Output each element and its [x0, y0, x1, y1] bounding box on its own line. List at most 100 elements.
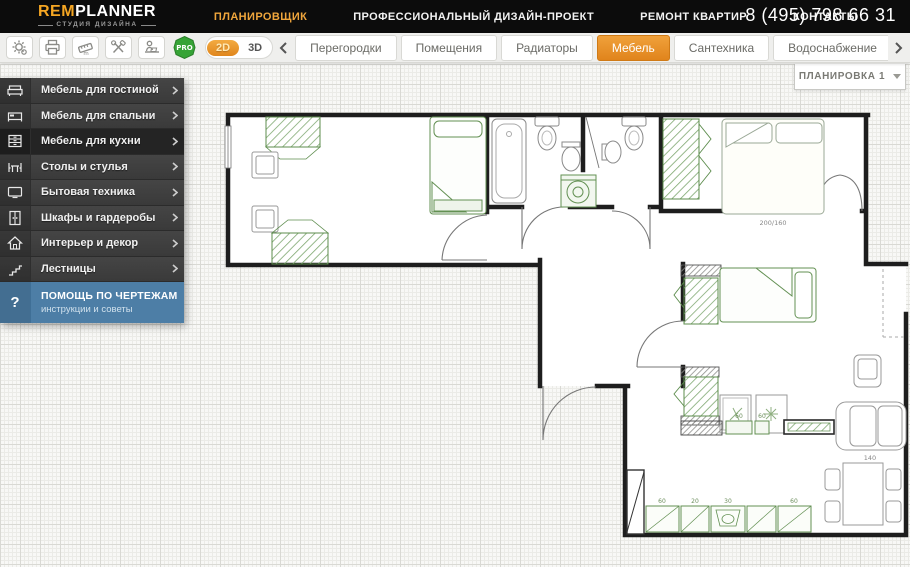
chevron-right-icon — [166, 104, 184, 129]
gear-icon — [11, 39, 28, 56]
sidebar-item-appliances[interactable]: Бытовая техника — [0, 180, 184, 206]
sidebar-item-label: Столы и стулья — [31, 155, 166, 180]
chevron-right-icon — [166, 180, 184, 205]
window[interactable] — [225, 126, 231, 168]
sofa-icon — [0, 78, 31, 103]
sidebar-item-label: Мебель для кухни — [31, 129, 166, 154]
single-bed[interactable] — [720, 268, 816, 322]
kitchen-counter[interactable] — [726, 421, 769, 434]
sink[interactable] — [562, 142, 580, 171]
sofa[interactable] — [836, 402, 906, 450]
layout-selector[interactable]: ПЛАНИРОВКА 1 — [794, 64, 906, 90]
counter-dimension-label: 60 — [790, 498, 798, 505]
pro-icon: PRO — [172, 35, 197, 60]
sink[interactable] — [602, 141, 621, 163]
help-title: ПОМОЩЬ ПО ЧЕРТЕЖАМ — [41, 290, 184, 302]
sidebar-item-wardrobes[interactable]: Шкафы и гардеробы — [0, 206, 184, 232]
tab-plumbing[interactable]: Сантехника — [674, 35, 769, 61]
chevron-right-icon — [166, 78, 184, 103]
tab-radiators[interactable]: Радиаторы — [501, 35, 593, 61]
pro-badge[interactable]: PRO — [172, 35, 197, 60]
counter-dimension-label: 60 — [735, 413, 743, 420]
double-bed[interactable] — [722, 119, 824, 214]
wardrobe-icon — [0, 206, 31, 231]
sidebar-item-label: Интерьер и декор — [31, 231, 166, 256]
bed-dimension-label: 200/160 — [759, 219, 786, 227]
nav-renovation[interactable]: РЕМОНТ КВАРТИР — [640, 11, 747, 23]
sidebar-item-label: Шкафы и гардеробы — [31, 206, 166, 231]
chevron-right-icon — [166, 155, 184, 180]
chevron-right-icon — [166, 231, 184, 256]
counter-dimension-label: 60 — [658, 498, 666, 505]
view-mode-toggle: 2D 3D — [205, 36, 273, 59]
bathtub[interactable] — [492, 119, 526, 203]
svg-text:PRO: PRO — [176, 44, 193, 52]
side-table[interactable] — [252, 206, 278, 232]
sidebar-item-interior-decor[interactable]: Интерьер и декор — [0, 231, 184, 257]
designer-button[interactable] — [138, 36, 165, 59]
nav-design-project[interactable]: ПРОФЕССИОНАЛЬНЫЙ ДИЗАЙН-ПРОЕКТ — [353, 11, 594, 23]
chevron-right-icon — [894, 42, 903, 54]
designer-at-desk-icon — [143, 39, 161, 56]
stairs-icon — [0, 257, 31, 282]
ruler-icon: m — [77, 39, 95, 56]
tv-icon — [0, 180, 31, 205]
sidebar-item-label: Мебель для гостиной — [31, 78, 166, 103]
sidebar-item-tables-chairs[interactable]: Столы и стулья — [0, 155, 184, 181]
counter-dimension-label: 20 — [691, 498, 699, 505]
measure-button[interactable]: m — [72, 36, 99, 59]
washing-machine[interactable] — [561, 175, 596, 207]
armchair[interactable] — [854, 355, 881, 387]
logo[interactable]: REMPLANNER СТУДИЯ ДИЗАЙНА — [38, 4, 156, 29]
drawing-canvas[interactable]: ПЛАНИРОВКА 1 — [0, 64, 910, 567]
help-subtitle: инструкции и советы — [41, 304, 184, 315]
side-table[interactable] — [252, 152, 278, 178]
window-sill[interactable] — [784, 420, 834, 434]
hammer-wrench-icon — [110, 39, 127, 56]
phone-number: 8 (495) 798 66 31 — [745, 5, 896, 26]
question-mark-icon: ? — [0, 282, 31, 323]
kitchen-cabinet-icon — [0, 129, 31, 154]
view-3d-button[interactable]: 3D — [239, 40, 271, 56]
category-tabs: Перегородки Помещения Радиаторы Мебель С… — [295, 35, 888, 61]
printer-icon — [44, 39, 61, 56]
tab-furniture[interactable]: Мебель — [597, 35, 670, 61]
sidebar-item-stairs[interactable]: Лестницы — [0, 257, 184, 283]
furniture-sidebar: Мебель для гостиной Мебель для спальни М… — [0, 78, 184, 323]
sidebar-item-kitchen-furniture[interactable]: Мебель для кухни — [0, 129, 184, 155]
counter-dimension-label: 60 — [758, 413, 766, 420]
svg-text:m: m — [83, 51, 88, 56]
caret-down-icon — [893, 74, 901, 79]
sidebar-help-drawings[interactable]: ? ПОМОЩЬ ПО ЧЕРТЕЖАМ инструкции и советы — [0, 282, 184, 323]
table-chairs-icon — [0, 155, 31, 180]
bed-icon — [0, 104, 31, 129]
sidebar-item-label: Бытовая техника — [31, 180, 166, 205]
chevron-right-icon — [166, 257, 184, 282]
nav-planner[interactable]: ПЛАНИРОВЩИК — [214, 11, 307, 23]
view-2d-button[interactable]: 2D — [207, 40, 239, 56]
home-icon — [0, 231, 31, 256]
chevron-left-icon — [279, 42, 288, 54]
sidebar-item-living-room-furniture[interactable]: Мебель для гостиной — [0, 78, 184, 104]
chevron-right-icon — [166, 129, 184, 154]
sofa-dimension-label: 140 — [864, 454, 876, 462]
tab-partitions[interactable]: Перегородки — [295, 35, 396, 61]
logo-wordmark: REMPLANNER — [38, 4, 156, 20]
tabs-scroll-left[interactable] — [275, 36, 291, 59]
print-button[interactable] — [39, 36, 66, 59]
tools-button[interactable] — [105, 36, 132, 59]
kitchen-counter[interactable] — [646, 506, 811, 532]
sidebar-item-bedroom-furniture[interactable]: Мебель для спальни — [0, 104, 184, 130]
balcony-door[interactable] — [627, 470, 644, 534]
settings-button[interactable] — [6, 36, 33, 59]
tab-rooms[interactable]: Помещения — [401, 35, 497, 61]
logo-tagline: СТУДИЯ ДИЗАЙНА — [38, 22, 156, 29]
niche[interactable] — [681, 265, 721, 276]
tab-water-supply[interactable]: Водоснабжение — [773, 35, 888, 61]
stove[interactable] — [681, 421, 722, 435]
tabs-scroll-right[interactable] — [890, 36, 906, 59]
single-bed[interactable] — [430, 117, 486, 214]
counter-dimension-label: 30 — [724, 498, 732, 505]
sidebar-item-label: Лестницы — [31, 257, 166, 282]
sidebar-item-label: Мебель для спальни — [31, 104, 166, 129]
